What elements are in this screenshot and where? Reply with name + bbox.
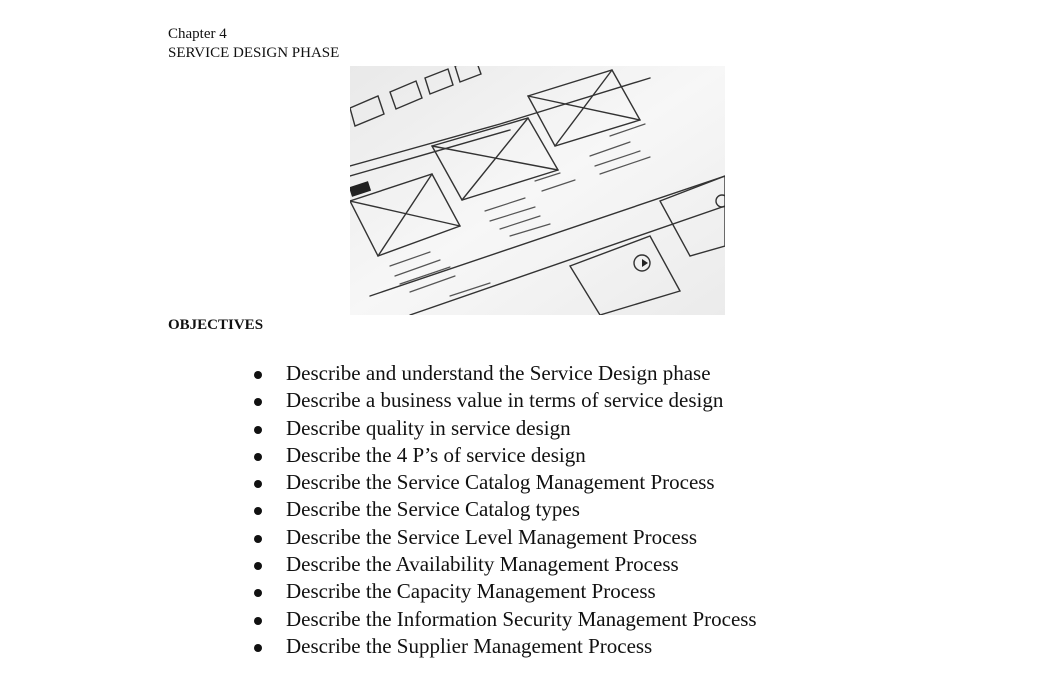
objective-text: Describe and understand the Service Desi… [286, 361, 711, 385]
list-item: Describe the Supplier Management Process [245, 633, 757, 660]
bullet-icon [254, 534, 262, 543]
page-title: SERVICE DESIGN PHASE [168, 45, 340, 61]
list-item: Describe the 4 P’s of service design [245, 442, 757, 469]
objectives-heading: OBJECTIVES [168, 317, 264, 333]
objective-text: Describe the Supplier Management Process [286, 633, 653, 658]
list-item: Describe and understand the Service Desi… [245, 360, 757, 387]
chapter-label: Chapter 4 [168, 26, 227, 42]
list-item: Describe the Information Security Manage… [245, 606, 757, 633]
list-item: Describe a business value in terms of se… [245, 387, 757, 414]
objective-text: Describe the Service Catalog Management … [286, 470, 715, 495]
bullet-icon [254, 507, 262, 516]
list-item: Describe the Service Catalog types [245, 496, 757, 523]
bullet-icon [254, 371, 262, 379]
bullet-icon [254, 589, 262, 598]
objective-text: Describe the 4 P’s of service design [286, 442, 586, 467]
bullet-icon [254, 562, 262, 571]
bullet-icon [254, 616, 262, 625]
objective-text: Describe the Information Security Manage… [286, 606, 757, 631]
bullet-icon [254, 480, 262, 489]
wireframe-sketch-image [350, 66, 725, 315]
list-item: Describe the Service Catalog Management … [245, 469, 757, 496]
list-item: Describe the Capacity Management Process [245, 578, 757, 605]
objective-text: Describe the Service Level Management Pr… [286, 524, 698, 549]
objective-text: Describe quality in service design [286, 415, 571, 440]
bullet-icon [254, 643, 262, 652]
list-item: Describe the Service Level Management Pr… [245, 524, 757, 551]
list-item: Describe quality in service design [245, 415, 757, 442]
bullet-icon [254, 425, 262, 434]
objectives-list: Describe and understand the Service Desi… [245, 360, 757, 660]
objective-text: Describe the Service Catalog types [286, 497, 580, 522]
objective-text: Describe the Capacity Management Process [286, 579, 656, 604]
list-item: Describe the Availability Management Pro… [245, 551, 757, 578]
bullet-icon [254, 452, 262, 461]
objective-text: Describe the Availability Management Pro… [286, 552, 679, 577]
bullet-icon [254, 398, 262, 407]
objective-text: Describe a business value in terms of se… [286, 388, 724, 413]
